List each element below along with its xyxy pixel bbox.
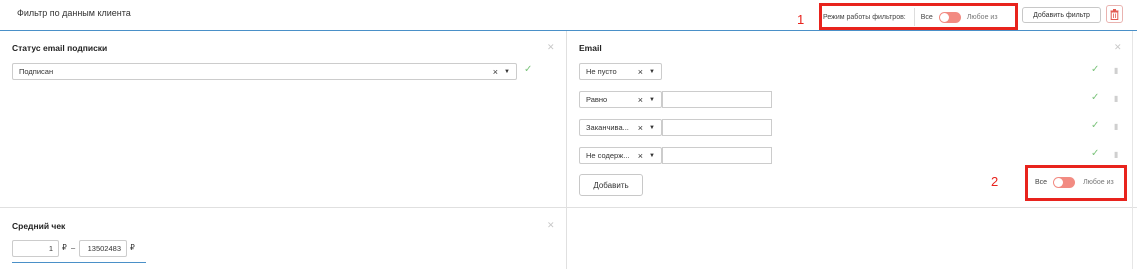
caret-down-icon[interactable]: ▼ <box>649 97 655 103</box>
caret-down-icon[interactable]: ▼ <box>504 69 510 75</box>
email-value-input[interactable] <box>662 119 772 136</box>
delete-filter-button[interactable] <box>1106 5 1123 23</box>
divider <box>913 8 915 26</box>
close-icon[interactable]: ✕ <box>1114 42 1122 53</box>
add-filter-button[interactable]: Добавить фильтр <box>1022 7 1101 23</box>
row-delete-icon[interactable]: ▮ <box>1114 94 1118 103</box>
email-mode-toggle[interactable] <box>1053 176 1076 188</box>
trash-icon <box>1110 8 1119 20</box>
filter-mode-toggle[interactable] <box>938 11 961 23</box>
mode-all-label: Все <box>1035 178 1048 186</box>
clear-icon[interactable]: × <box>638 123 643 133</box>
avg-check-to-input[interactable]: 13502483 <box>79 240 127 257</box>
email-status-title: Статус email подписки <box>12 43 108 53</box>
close-icon[interactable]: ✕ <box>547 42 555 53</box>
caret-down-icon[interactable]: ▼ <box>649 125 655 131</box>
currency-symbol: ₽ <box>130 243 135 252</box>
annotation-1: 1 <box>797 12 805 27</box>
panel-divider-vertical <box>566 31 567 269</box>
clear-icon[interactable]: × <box>638 67 643 77</box>
row-delete-icon[interactable]: ▮ <box>1114 66 1118 75</box>
mode-any-label: Любое из <box>966 13 998 21</box>
range-dash: – <box>71 243 76 252</box>
annotation-2: 2 <box>991 174 999 189</box>
filter-mode-label: Режим работы фильтров: <box>823 13 906 21</box>
mode-all-label: Все <box>920 13 933 21</box>
add-condition-button[interactable]: Добавить <box>579 174 643 196</box>
active-underline <box>12 262 146 263</box>
close-icon[interactable]: ✕ <box>547 220 555 231</box>
caret-down-icon[interactable]: ▼ <box>649 153 655 159</box>
toggle-knob <box>939 12 949 22</box>
avg-check-from-input[interactable]: 1 <box>12 240 59 257</box>
email-value-input[interactable] <box>662 147 772 164</box>
panel-border-right <box>1132 31 1133 269</box>
operator-value: Заканчива... <box>586 123 629 132</box>
clear-icon[interactable]: × <box>638 151 643 161</box>
row-delete-icon[interactable]: ▮ <box>1114 122 1118 131</box>
operator-value: Не содерж... <box>586 151 630 160</box>
operator-value: Не пусто <box>586 67 617 76</box>
filter-mode-control: Режим работы фильтров: Все Любое из <box>823 6 998 28</box>
panel-divider-horizontal <box>0 207 1137 208</box>
check-icon[interactable]: ✓ <box>1091 120 1099 131</box>
check-icon[interactable]: ✓ <box>1091 92 1099 103</box>
operator-value: Равно <box>586 95 608 104</box>
email-operator-select[interactable]: Не содерж... × ▼ <box>579 147 662 164</box>
clear-icon[interactable]: × <box>638 95 643 105</box>
caret-down-icon[interactable]: ▼ <box>649 69 655 75</box>
email-status-select[interactable]: Подписан × ▼ <box>12 63 517 80</box>
avg-check-title: Средний чек <box>12 221 66 231</box>
toggle-knob <box>1054 177 1064 187</box>
email-operator-select[interactable]: Не пусто × ▼ <box>579 63 662 80</box>
email-operator-select[interactable]: Заканчива... × ▼ <box>579 119 662 136</box>
email-value-input[interactable] <box>662 91 772 108</box>
page-title: Фильтр по данным клиента <box>17 8 131 18</box>
email-operator-select[interactable]: Равно × ▼ <box>579 91 662 108</box>
check-icon[interactable]: ✓ <box>1091 64 1099 75</box>
email-status-value: Подписан <box>19 67 54 76</box>
email-title: Email <box>579 43 602 53</box>
check-icon[interactable]: ✓ <box>1091 148 1099 159</box>
row-delete-icon[interactable]: ▮ <box>1114 150 1118 159</box>
mode-any-label: Любое из <box>1083 178 1114 186</box>
email-mode-control: Все Любое из <box>1035 175 1114 189</box>
check-icon[interactable]: ✓ <box>524 64 532 75</box>
clear-icon[interactable]: × <box>493 67 498 77</box>
currency-symbol: ₽ <box>62 243 67 252</box>
